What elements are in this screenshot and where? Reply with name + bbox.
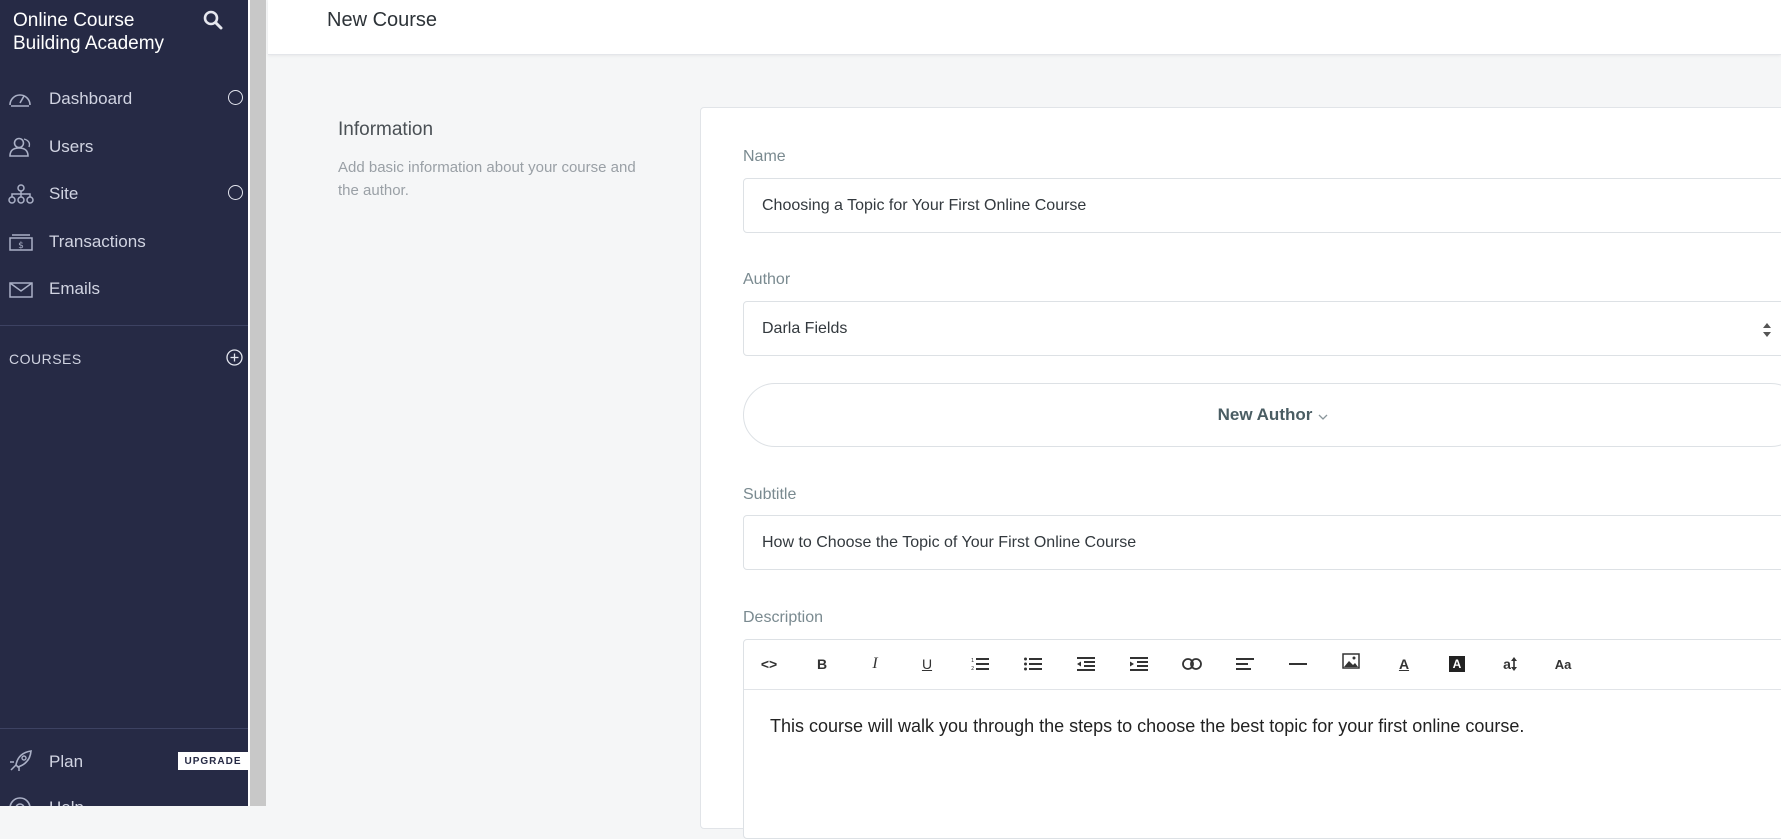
select-arrows-icon xyxy=(1762,322,1772,338)
editor-toolbar: <> B I U 12 A A a Aa xyxy=(744,640,1781,690)
sidebar-divider xyxy=(0,728,248,729)
sidebar-item-transactions[interactable]: $ Transactions xyxy=(0,222,248,262)
sidebar-item-label: Emails xyxy=(49,279,101,298)
author-select[interactable]: Darla Fields xyxy=(743,301,1781,356)
align-left-icon xyxy=(1236,658,1254,670)
partial-icon xyxy=(14,60,62,66)
image-button[interactable] xyxy=(1340,650,1362,672)
sidebar-divider xyxy=(0,325,248,326)
sidebar-item-dashboard[interactable]: Dashboard xyxy=(0,79,248,119)
sidebar-item-site[interactable]: Site xyxy=(0,174,248,214)
ordered-list-button[interactable]: 12 xyxy=(969,653,991,675)
sitemap-icon xyxy=(8,184,34,204)
text-case-button[interactable]: Aa xyxy=(1552,653,1574,675)
help-link[interactable]: Help xyxy=(49,798,84,806)
courses-heading: COURSES xyxy=(9,351,82,367)
top-bar: New Course xyxy=(268,0,1781,55)
users-icon xyxy=(8,137,32,157)
font-color-button[interactable]: A xyxy=(1393,653,1415,675)
link-button[interactable] xyxy=(1181,653,1203,675)
sidebar-item-label: Users xyxy=(49,137,94,156)
bold-button[interactable]: B xyxy=(811,653,833,675)
italic-button[interactable]: I xyxy=(864,653,886,675)
expand-circle-icon[interactable] xyxy=(228,90,243,105)
speedometer-icon xyxy=(8,89,32,109)
align-left-button[interactable] xyxy=(1234,653,1256,675)
subtitle-label: Subtitle xyxy=(743,486,797,503)
section-title: Information xyxy=(338,119,434,140)
indent-icon xyxy=(1130,657,1148,671)
bullet-list-icon xyxy=(1024,657,1042,671)
font-size-button[interactable]: a xyxy=(1499,653,1521,675)
chevron-down-icon xyxy=(1318,414,1328,420)
sidebar-item-users[interactable]: Users xyxy=(0,127,248,167)
subtitle-input[interactable]: How to Choose the Topic of Your First On… xyxy=(743,515,1781,570)
bullet-list-button[interactable] xyxy=(1022,653,1044,675)
svg-text:$: $ xyxy=(18,241,24,251)
indent-button[interactable] xyxy=(1128,653,1150,675)
underline-button[interactable]: U xyxy=(916,653,938,675)
rocket-icon xyxy=(8,749,34,773)
sidebar-item-label: Dashboard xyxy=(49,89,133,108)
upgrade-button[interactable]: UPGRADE xyxy=(178,752,248,770)
page-title: New Course xyxy=(327,9,438,31)
author-select-value: Darla Fields xyxy=(762,319,848,337)
horizontal-rule-button[interactable] xyxy=(1287,653,1309,675)
link-icon xyxy=(1182,658,1202,670)
highlight-button[interactable]: A xyxy=(1446,653,1468,675)
outdent-button[interactable] xyxy=(1075,653,1097,675)
svg-text:2: 2 xyxy=(971,666,974,671)
new-author-button[interactable]: New Author xyxy=(743,383,1781,447)
help-icon xyxy=(8,796,32,806)
description-text: This course will walk you through the st… xyxy=(770,716,1525,736)
description-editor[interactable]: <> B I U 12 A A a Aa This course will wa… xyxy=(743,639,1781,839)
horizontal-rule-icon xyxy=(1289,663,1307,665)
name-label: Name xyxy=(743,148,786,165)
sidebar: Online Course Building Academy Dashboard… xyxy=(0,0,248,806)
new-author-label: New Author xyxy=(1217,405,1313,424)
highlight-label: A xyxy=(1449,656,1465,672)
author-label: Author xyxy=(743,271,791,288)
name-input-value: Choosing a Topic for Your First Online C… xyxy=(762,196,1087,214)
image-icon xyxy=(1342,653,1360,669)
vertical-arrows-icon xyxy=(1510,657,1517,671)
section-description: Add basic information about your course … xyxy=(338,159,636,199)
description-label: Description xyxy=(743,609,824,626)
plan-link[interactable]: Plan xyxy=(49,752,83,772)
sidebar-scrollbar[interactable] xyxy=(248,0,266,806)
search-icon[interactable] xyxy=(203,10,223,30)
sidebar-item-emails[interactable]: Emails xyxy=(0,269,248,309)
name-input[interactable]: Choosing a Topic for Your First Online C… xyxy=(743,178,1781,233)
money-icon: $ xyxy=(8,232,33,252)
envelope-icon xyxy=(8,279,33,299)
sidebar-item-label: Transactions xyxy=(49,232,146,251)
sidebar-item-label: Site xyxy=(49,184,79,203)
svg-text:1: 1 xyxy=(971,658,974,664)
brand-name[interactable]: Online Course Building Academy xyxy=(13,9,203,55)
code-view-button[interactable]: <> xyxy=(758,653,780,675)
font-size-label: a xyxy=(1503,656,1511,672)
outdent-icon xyxy=(1077,657,1095,671)
ordered-list-icon: 12 xyxy=(971,658,989,671)
expand-circle-icon[interactable] xyxy=(228,185,243,200)
add-course-icon[interactable] xyxy=(226,349,243,366)
subtitle-input-value: How to Choose the Topic of Your First On… xyxy=(762,533,1137,551)
